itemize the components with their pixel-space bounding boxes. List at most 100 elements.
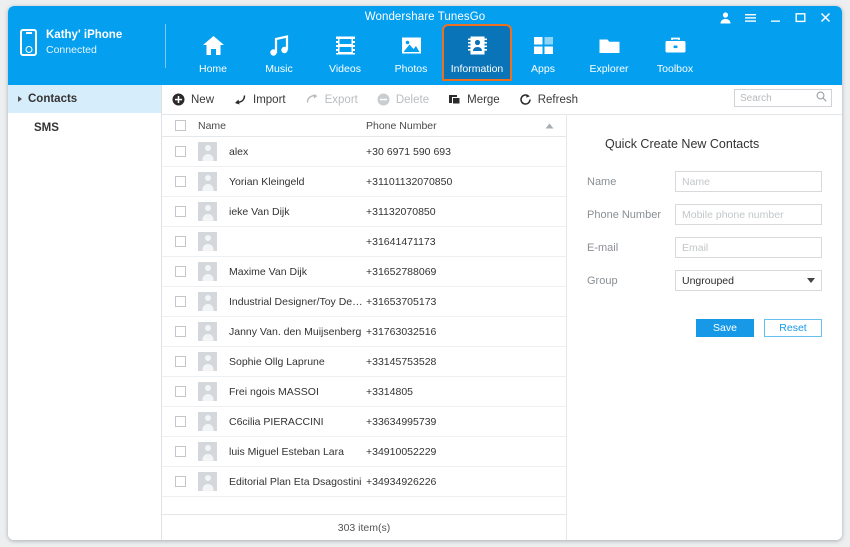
contact-name: luis Miguel Esteban Lara [229, 446, 366, 458]
table-row[interactable]: Industrial Designer/Toy Designer+3165370… [162, 287, 566, 317]
table-row[interactable]: luis Miguel Esteban Lara+34910052229 [162, 437, 566, 467]
contact-phone: +33145753528 [366, 356, 566, 368]
table-row[interactable]: Yorian Kleingeld+31101132070850 [162, 167, 566, 197]
row-checkbox[interactable] [175, 236, 186, 247]
row-checkbox[interactable] [175, 296, 186, 307]
field-row-phone: Phone Number [587, 204, 822, 225]
row-select-cell [162, 416, 198, 427]
nav-label-information: Information [444, 63, 510, 75]
row-checkbox[interactable] [175, 356, 186, 367]
avatar [198, 292, 217, 311]
export-button-label: Export [325, 94, 358, 106]
new-button[interactable]: New [172, 93, 214, 106]
nav-item-toolbox[interactable]: Toolbox [642, 26, 708, 79]
contact-name: Industrial Designer/Toy Designer [229, 296, 366, 308]
title-bar: Wondershare TunesGo Kathy' iPhone Conn [8, 6, 842, 85]
import-button[interactable]: Import [233, 93, 286, 106]
search-icon[interactable] [816, 89, 827, 107]
nav-item-apps[interactable]: Apps [510, 26, 576, 79]
contact-name: ieke Van Dijk [229, 206, 366, 218]
export-button[interactable]: Export [305, 93, 358, 106]
row-checkbox[interactable] [175, 176, 186, 187]
row-checkbox[interactable] [175, 416, 186, 427]
table-row[interactable]: C6cilia PIERACCINI+33634995739 [162, 407, 566, 437]
contact-name: Frei ngois MASSOI [229, 386, 366, 398]
device-info[interactable]: Kathy' iPhone Connected [20, 28, 122, 57]
maximize-button[interactable] [794, 11, 807, 24]
row-checkbox[interactable] [175, 266, 186, 277]
column-header-phone[interactable]: Phone Number [366, 120, 566, 132]
row-select-cell [162, 386, 198, 397]
contact-name: Editorial Plan Eta Dsagostini [229, 476, 366, 488]
plus-circle-icon [172, 93, 185, 106]
refresh-button[interactable]: Refresh [519, 93, 578, 106]
close-button[interactable] [819, 11, 832, 24]
contact-phone: +31132070850 [366, 206, 566, 218]
nav-item-home[interactable]: Home [180, 26, 246, 79]
contact-phone: +31101132070850 [366, 176, 566, 188]
merge-button[interactable]: Merge [448, 93, 500, 106]
nav-item-information[interactable]: Information [444, 26, 510, 79]
merge-squares-icon [448, 93, 461, 106]
refresh-button-label: Refresh [538, 94, 578, 106]
search-input[interactable] [740, 93, 816, 104]
sidebar-item-contacts[interactable]: Contacts [8, 85, 161, 113]
row-checkbox[interactable] [175, 446, 186, 457]
save-button[interactable]: Save [696, 319, 754, 337]
table-row[interactable]: ieke Van Dijk+31132070850 [162, 197, 566, 227]
row-checkbox[interactable] [175, 386, 186, 397]
account-icon[interactable] [719, 11, 732, 24]
photo-icon [378, 32, 444, 59]
folder-icon [576, 32, 642, 59]
name-field[interactable] [675, 171, 822, 192]
avatar [198, 202, 217, 221]
form-buttons: Save Reset [587, 319, 822, 337]
sidebar-item-sms[interactable]: SMS [8, 113, 161, 143]
table-row[interactable]: +31641471173 [162, 227, 566, 257]
contact-phone: +34910052229 [366, 446, 566, 458]
table-row[interactable]: Maxime Van Dijk+31652788069 [162, 257, 566, 287]
table-row[interactable]: Sophie Ollg Laprune+33145753528 [162, 347, 566, 377]
delete-button[interactable]: Delete [377, 93, 429, 106]
nav-item-explorer[interactable]: Explorer [576, 26, 642, 79]
music-note-icon [246, 32, 312, 59]
avatar [198, 412, 217, 431]
minimize-button[interactable] [769, 11, 782, 24]
nav-item-photos[interactable]: Photos [378, 26, 444, 79]
table-row[interactable]: Frei ngois MASSOI+3314805 [162, 377, 566, 407]
contact-phone: +31763032516 [366, 326, 566, 338]
nav-item-videos[interactable]: Videos [312, 26, 378, 79]
main-navigation: Home Music Videos Photos [180, 26, 708, 79]
row-checkbox[interactable] [175, 476, 186, 487]
table-row[interactable]: Editorial Plan Eta Dsagostini+3493492622… [162, 467, 566, 497]
app-body: Contacts SMS New Impor [8, 85, 842, 540]
action-toolbar: New Import Export [162, 85, 842, 115]
contacts-rows: alex+30 6971 590 693Yorian Kleingeld+311… [162, 137, 566, 514]
group-select[interactable]: Ungrouped [675, 270, 822, 291]
row-checkbox[interactable] [175, 146, 186, 157]
header-divider [165, 24, 166, 68]
row-checkbox[interactable] [175, 326, 186, 337]
merge-button-label: Merge [467, 94, 500, 106]
contact-phone: +30 6971 590 693 [366, 146, 566, 158]
quick-create-panel: Quick Create New Contacts Name Phone Num… [567, 115, 842, 540]
import-arrow-icon [233, 93, 247, 106]
row-select-cell [162, 206, 198, 217]
sort-asc-icon[interactable] [545, 120, 554, 132]
menu-icon[interactable] [744, 11, 757, 24]
table-row[interactable]: Janny Van. den Muijsenberg+31763032516 [162, 317, 566, 347]
row-checkbox[interactable] [175, 206, 186, 217]
chevron-down-icon [807, 278, 815, 283]
select-all-checkbox[interactable] [175, 120, 186, 131]
nav-label-videos: Videos [312, 63, 378, 75]
reset-button[interactable]: Reset [764, 319, 822, 337]
email-field[interactable] [675, 237, 822, 258]
table-header: Name Phone Number [162, 115, 566, 137]
phone-number-field[interactable] [675, 204, 822, 225]
column-header-name[interactable]: Name [198, 120, 366, 132]
table-row[interactable]: alex+30 6971 590 693 [162, 137, 566, 167]
contact-phone: +31652788069 [366, 266, 566, 278]
nav-item-music[interactable]: Music [246, 26, 312, 79]
contact-phone: +33634995739 [366, 416, 566, 428]
search-box[interactable] [734, 89, 832, 107]
